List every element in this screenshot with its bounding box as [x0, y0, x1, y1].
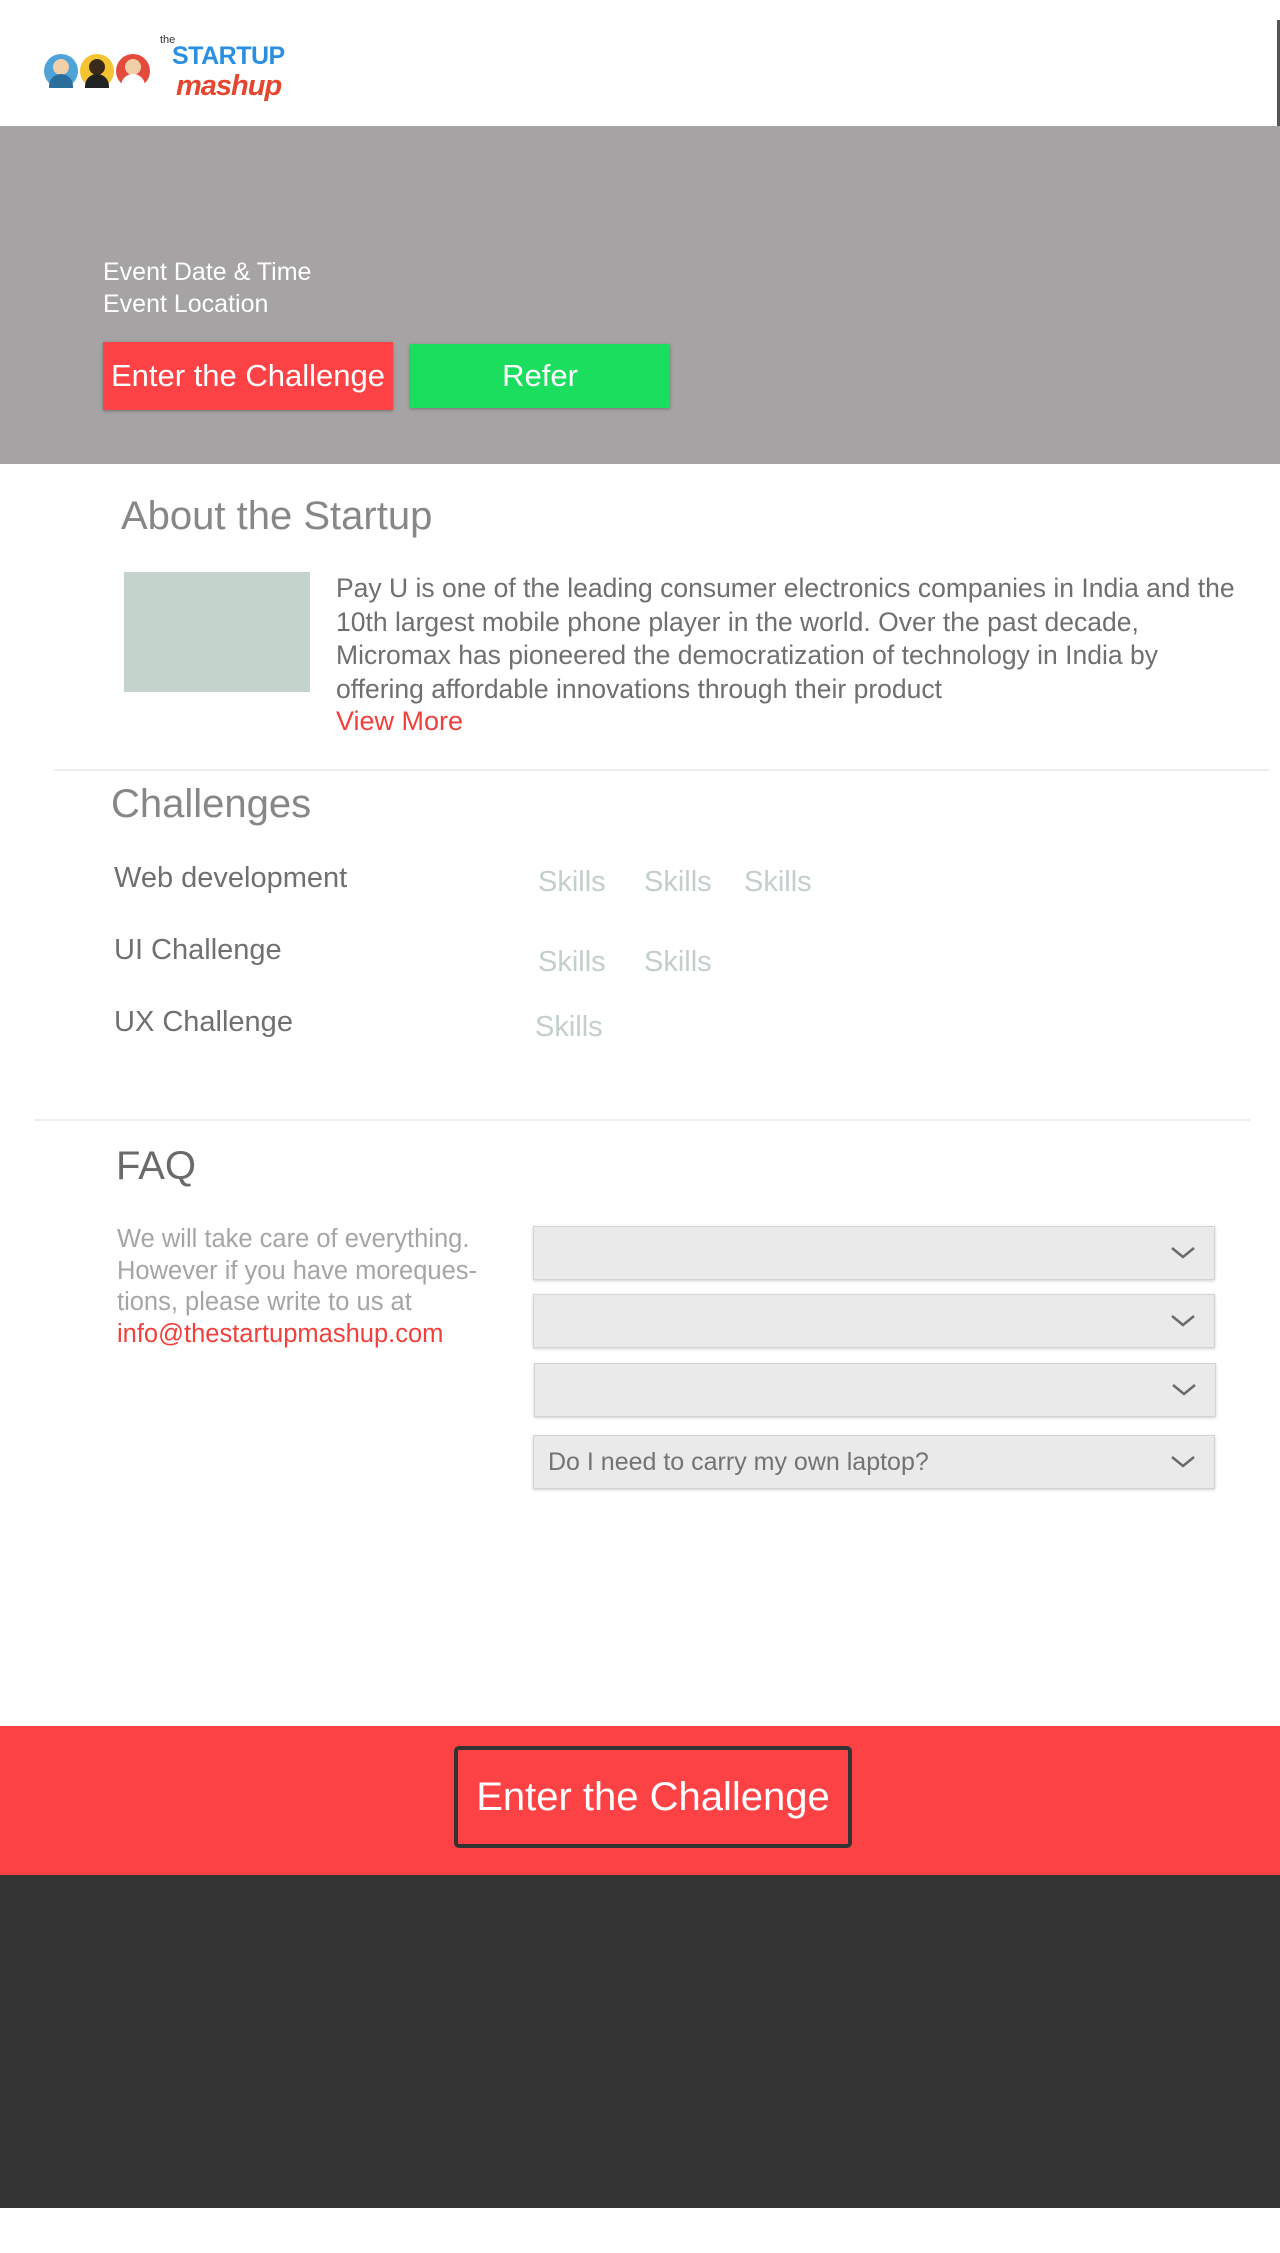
chevron-down-icon [1172, 1384, 1196, 1396]
faq-intro-line: We will take care of everything. [117, 1225, 470, 1253]
faq-intro: We will take care of everything. However… [117, 1224, 507, 1350]
challenge-name[interactable]: UI Challenge [114, 934, 282, 967]
enter-challenge-cta-button[interactable]: Enter the Challenge [454, 1746, 852, 1848]
chevron-down-icon [1171, 1247, 1195, 1259]
divider [54, 769, 1269, 771]
divider [34, 1119, 1250, 1121]
challenges-title: Challenges [111, 782, 312, 826]
challenge-name[interactable]: Web development [114, 862, 347, 895]
faq-intro-line: tions, please write to us at [117, 1288, 412, 1316]
challenge-name[interactable]: UX Challenge [114, 1006, 293, 1039]
skill-tag: Skills [744, 866, 812, 898]
faq-question-2[interactable] [533, 1294, 1215, 1348]
refer-button[interactable]: Refer [410, 344, 670, 408]
site-header: the STARTUP mashup [0, 0, 1280, 126]
site-footer [0, 1875, 1280, 2208]
chevron-down-icon [1171, 1315, 1195, 1327]
logo-word-startup: STARTUP [172, 42, 285, 70]
enter-challenge-button[interactable]: Enter the Challenge [103, 342, 393, 410]
avatar-icon [44, 54, 78, 88]
faq-question-4[interactable]: Do I need to carry my own laptop? [533, 1435, 1215, 1489]
faq-intro-line: However if you have moreques- [117, 1256, 478, 1285]
about-title: About the Startup [121, 494, 433, 538]
startup-image [124, 572, 310, 692]
avatar-icon [116, 54, 150, 88]
skill-tag: Skills [538, 866, 606, 898]
event-location: Event Location [103, 290, 269, 318]
skill-tag: Skills [644, 946, 712, 978]
event-date: Event Date & Time [103, 258, 312, 286]
logo-word-mashup: mashup [176, 70, 282, 102]
faq-question-1[interactable] [533, 1226, 1215, 1280]
skill-tag: Skills [535, 1011, 603, 1043]
skill-tag: Skills [644, 866, 712, 898]
faq-question-text: Do I need to carry my own laptop? [548, 1448, 929, 1476]
chevron-down-icon [1171, 1456, 1195, 1468]
faq-title: FAQ [116, 1144, 197, 1188]
site-logo[interactable]: the STARTUP mashup [44, 34, 294, 114]
skill-tag: Skills [538, 946, 606, 978]
avatar-icon [80, 54, 114, 88]
contact-email-link[interactable]: info@thestartupmashup.com [117, 1319, 507, 1351]
about-description: Pay U is one of the leading consumer ele… [336, 573, 1235, 704]
view-more-link[interactable]: View More [336, 706, 463, 737]
faq-question-3[interactable] [534, 1363, 1216, 1417]
